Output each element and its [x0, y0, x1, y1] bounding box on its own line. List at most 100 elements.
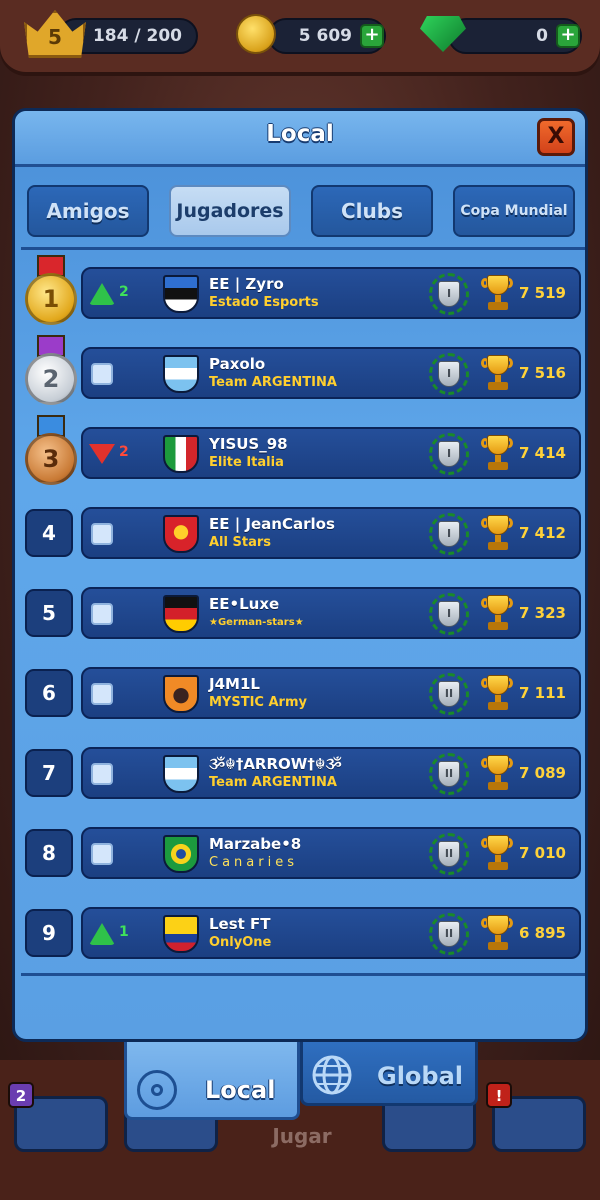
rank-medal-icon: 3 [25, 415, 77, 491]
add-gems-button[interactable]: + [556, 24, 580, 48]
league-tier: II [438, 761, 460, 787]
league-laurel-icon: I [429, 273, 469, 315]
rank-number: 3 [25, 433, 77, 485]
leaderboard-row[interactable]: 2 Paxolo Team ARGENTINA I 7 516 [15, 335, 585, 417]
tab-amigos[interactable]: Amigos [27, 185, 149, 237]
rank-number: 2 [25, 353, 77, 405]
player-entry[interactable]: Marzabe•8 Canaries II 7 010 [81, 827, 581, 879]
top-resource-bar: 184 / 200 5 5 609 + 0 + [0, 0, 600, 72]
club-name: OnlyOne [209, 935, 272, 950]
player-entry[interactable]: 2 YISUS_98 Elite Italia I 7 414 [81, 427, 581, 479]
trophy-score: 7 323 [519, 604, 566, 622]
local-tab[interactable]: Local [124, 1042, 300, 1120]
rank-unchanged-icon [91, 763, 113, 785]
coin-icon [236, 14, 276, 54]
rank-unchanged-icon [91, 363, 113, 385]
league-tier: I [438, 601, 460, 627]
trophy-score: 7 414 [519, 444, 566, 462]
rank-up-icon [89, 283, 115, 305]
league-tier: I [438, 521, 460, 547]
league-laurel-icon: I [429, 593, 469, 635]
trophy-score: 7 516 [519, 364, 566, 382]
play-label[interactable]: Jugar [262, 1124, 342, 1148]
league-tier: II [438, 681, 460, 707]
leaderboard-row[interactable]: 3 2 YISUS_98 Elite Italia I 7 414 [15, 415, 585, 497]
leaderboard-row[interactable]: 8 Marzabe•8 Canaries II 7 010 [15, 817, 585, 897]
player-name: EE | Zyro [209, 275, 284, 293]
flag-icon [163, 755, 199, 793]
player-entry[interactable]: J4M1L MYSTIC Army II 7 111 [81, 667, 581, 719]
flag-icon [163, 515, 199, 553]
rank-number: 9 [25, 909, 73, 957]
global-tab[interactable]: Global [300, 1042, 478, 1106]
player-name: J4M1L [209, 675, 260, 693]
globe-icon [312, 1055, 352, 1095]
tab-jugadores[interactable]: Jugadores [169, 185, 291, 237]
tab-copa-mundial[interactable]: Copa Mundial [453, 185, 575, 237]
league-laurel-icon: II [429, 833, 469, 875]
rank-unchanged-icon [91, 843, 113, 865]
leaderboard-row[interactable]: 5 EE•Luxe ★German-stars★ I 7 323 [15, 577, 585, 657]
league-laurel-icon: I [429, 513, 469, 555]
rank-unchanged-icon [91, 523, 113, 545]
rank-down-icon [89, 444, 115, 464]
player-entry[interactable]: 1 Lest FT OnlyOne II 6 895 [81, 907, 581, 959]
player-name: Marzabe•8 [209, 835, 302, 853]
player-entry[interactable]: 2 EE | Zyro Estado Esports I 7 519 [81, 267, 581, 319]
flag-icon [163, 435, 199, 473]
leaderboard-row[interactable]: 1 2 EE | Zyro Estado Esports I 7 519 [15, 255, 585, 337]
trophy-icon [481, 755, 515, 793]
rank-number: 4 [25, 509, 73, 557]
gems-count: 0 [536, 26, 548, 46]
trophy-icon [481, 595, 515, 633]
flag-icon [163, 595, 199, 633]
trophy-icon [481, 435, 515, 473]
coins-count: 5 609 [298, 26, 352, 46]
divider-top [21, 247, 585, 250]
shop-count-badge: 2 [8, 1082, 34, 1108]
trophy-icon [481, 275, 515, 313]
rank-medal-icon: 1 [25, 255, 77, 331]
player-entry[interactable]: ૐ☬†ARROW†☬ૐ Team ARGENTINA II 7 089 [81, 747, 581, 799]
club-name: Canaries [209, 855, 298, 870]
leaderboard-row[interactable]: 4 EE | JeanCarlos All Stars I 7 412 [15, 497, 585, 577]
league-laurel-icon: I [429, 433, 469, 475]
panel-header: Local X [15, 111, 585, 167]
player-name: ૐ☬†ARROW†☬ૐ [209, 755, 342, 773]
trophy-score: 7 010 [519, 844, 566, 862]
trophy-score: 7 089 [519, 764, 566, 782]
club-name: Elite Italia [209, 455, 284, 470]
trophy-score: 7 519 [519, 284, 566, 302]
club-name: Team ARGENTINA [209, 775, 337, 790]
league-laurel-icon: I [429, 353, 469, 395]
player-name: YISUS_98 [209, 435, 288, 453]
leaderboard-row[interactable]: 9 1 Lest FT OnlyOne II 6 895 [15, 897, 585, 977]
trophy-icon [481, 915, 515, 953]
rank-unchanged-icon [91, 683, 113, 705]
player-name: EE | JeanCarlos [209, 515, 335, 533]
leaderboard-row[interactable]: 7 ૐ☬†ARROW†☬ૐ Team ARGENTINA II 7 089 [15, 737, 585, 817]
leaderboard-row[interactable]: 6 J4M1L MYSTIC Army II 7 111 [15, 657, 585, 737]
local-tab-label: Local [205, 1076, 276, 1104]
close-button[interactable]: X [537, 118, 575, 156]
player-entry[interactable]: EE | JeanCarlos All Stars I 7 412 [81, 507, 581, 559]
trophy-icon [481, 675, 515, 713]
league-tier: II [438, 841, 460, 867]
player-name: Lest FT [209, 915, 271, 933]
divider-bottom [21, 973, 585, 976]
rank-number: 7 [25, 749, 73, 797]
league-laurel-icon: II [429, 753, 469, 795]
player-entry[interactable]: EE•Luxe ★German-stars★ I 7 323 [81, 587, 581, 639]
flag-icon [163, 675, 199, 713]
rank-change-value: 1 [119, 924, 129, 940]
league-tier: I [438, 361, 460, 387]
trophy-icon [481, 355, 515, 393]
trophy-score: 7 412 [519, 524, 566, 542]
player-entry[interactable]: Paxolo Team ARGENTINA I 7 516 [81, 347, 581, 399]
league-tier: I [438, 281, 460, 307]
add-coins-button[interactable]: + [360, 24, 384, 48]
leaderboard-panel: Local X Amigos Jugadores Clubs Copa Mund… [12, 108, 588, 1042]
rank-unchanged-icon [91, 603, 113, 625]
tab-clubs[interactable]: Clubs [311, 185, 433, 237]
rank-number: 5 [25, 589, 73, 637]
